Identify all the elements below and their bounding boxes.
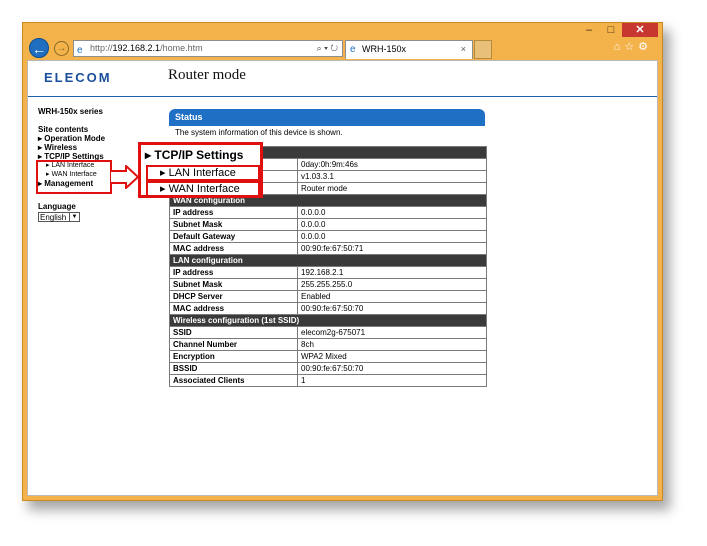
page-header: ELECOM Router mode <box>28 61 657 97</box>
status-description: The system information of this device is… <box>175 128 343 137</box>
table-row: Subnet Mask 255.255.255.0 <box>169 278 487 291</box>
sidebar-highlight-box <box>36 160 112 194</box>
maximize-button[interactable]: □ <box>600 23 622 37</box>
navigation-bar: ← → e http://192.168.2.1/home.htm ⌕ ▾ ↻ … <box>27 37 658 59</box>
callout-arrow-icon <box>110 165 140 189</box>
language-label: Language <box>38 202 76 211</box>
address-path: /home.htm <box>160 43 203 53</box>
new-tab-button[interactable] <box>474 40 492 59</box>
language-select[interactable]: English ▼ <box>38 212 80 222</box>
ie-icon: e <box>77 45 83 56</box>
table-row: Associated Clients 1 <box>169 374 487 387</box>
table-row: MAC address 00:90:fe:67:50:71 <box>169 242 487 255</box>
elecom-logo: ELECOM <box>44 70 112 85</box>
table-row: IP address 0.0.0.0 <box>169 206 487 219</box>
window-controls: – □ ✕ <box>578 23 658 37</box>
minimize-button[interactable]: – <box>578 23 600 37</box>
forward-arrow-icon[interactable]: → <box>54 41 69 56</box>
status-header: Status <box>169 109 485 126</box>
table-row: SSID elecom2g-675071 <box>169 326 487 339</box>
callout-wan-interface: ▸ WAN Interface <box>146 181 260 197</box>
tcpip-callout: ▸ TCP/IP Settings ▸ LAN Interface ▸ WAN … <box>138 142 263 198</box>
table-row: Default Gateway 0.0.0.0 <box>169 230 487 243</box>
callout-title: ▸ TCP/IP Settings <box>145 148 244 162</box>
address-host: 192.168.2.1 <box>112 43 161 53</box>
tab-wrh-150x[interactable]: e WRH-150x × <box>345 40 473 59</box>
ie-icon: e <box>350 44 356 55</box>
page-title: Router mode <box>168 67 246 83</box>
language-value: English <box>40 213 67 222</box>
back-arrow-icon[interactable]: ← <box>29 38 49 58</box>
address-bar[interactable]: e http://192.168.2.1/home.htm ⌕ ▾ ↻ <box>73 40 343 57</box>
close-button[interactable]: ✕ <box>622 23 658 37</box>
tab-title: WRH-150x <box>362 44 407 54</box>
table-row: Channel Number 8ch <box>169 338 487 351</box>
address-prefix: http:// <box>90 43 113 53</box>
table-row: BSSID 00:90:fe:67:50:70 <box>169 362 487 375</box>
search-refresh-icons[interactable]: ⌕ ▾ ↻ <box>317 41 338 56</box>
page-content: ELECOM Router mode WRH-150x series Site … <box>27 60 658 496</box>
tab-close-icon[interactable]: × <box>461 41 466 58</box>
callout-lan-interface: ▸ LAN Interface <box>146 165 260 181</box>
table-row: IP address 192.168.2.1 <box>169 266 487 279</box>
section-header-lan: LAN configuration <box>169 254 487 267</box>
site-contents-heading: Site contents <box>38 125 89 134</box>
table-row: Subnet Mask 0.0.0.0 <box>169 218 487 231</box>
section-header-wireless: Wireless configuration (1st SSID) <box>169 314 487 327</box>
series-title: WRH-150x series <box>38 107 103 116</box>
table-row: Encryption WPA2 Mixed <box>169 350 487 363</box>
table-row: DHCP Server Enabled <box>169 290 487 303</box>
chevron-down-icon: ▼ <box>69 213 79 221</box>
home-star-gear-icons[interactable]: ⌂☆⚙ <box>614 40 652 53</box>
table-row: MAC address 00:90:fe:67:50:70 <box>169 302 487 315</box>
browser-window: – □ ✕ ← → e http://192.168.2.1/home.htm … <box>22 22 663 501</box>
